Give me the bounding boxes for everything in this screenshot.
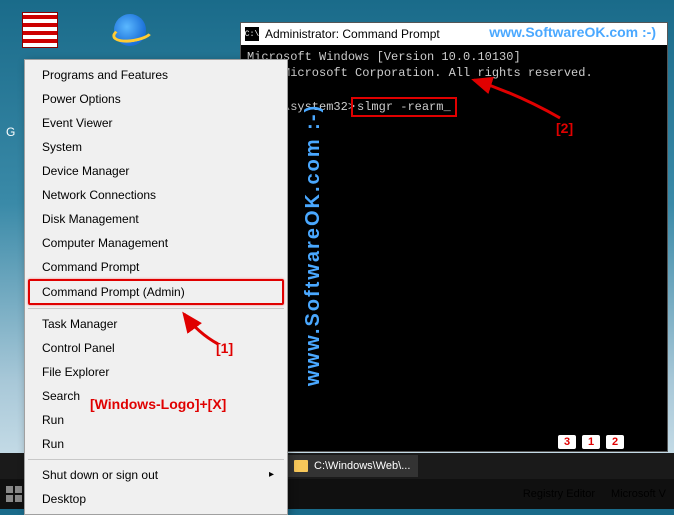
- figure-3: ╽ 3: [558, 413, 576, 449]
- menu-programs-features[interactable]: Programs and Features: [28, 63, 284, 87]
- internet-explorer-icon: [114, 14, 146, 46]
- menu-shutdown-signout[interactable]: Shut down or sign out ▸: [28, 463, 284, 487]
- menu-separator: [28, 459, 284, 460]
- menu-label: Shut down or sign out: [42, 468, 158, 482]
- menu-separator: [28, 308, 284, 309]
- watermark-top: www.SoftwareOK.com :-): [489, 24, 656, 40]
- menu-control-panel[interactable]: Control Panel: [28, 336, 284, 360]
- calendar-icon: [22, 12, 58, 48]
- figure-1: ╽ 1: [582, 413, 600, 449]
- cmd-line-version: Microsoft Windows [Version 10.0.10130]: [247, 50, 521, 64]
- menu-event-viewer[interactable]: Event Viewer: [28, 111, 284, 135]
- arrow-2-icon: [468, 74, 568, 124]
- ie-desktop-icon[interactable]: [110, 10, 150, 50]
- chevron-right-icon: ▸: [269, 469, 274, 480]
- annotation-winx: [Windows-Logo]+[X]: [90, 396, 226, 412]
- figure-2: ╽ 2: [606, 413, 624, 449]
- calendar-desktop-icon[interactable]: [20, 10, 60, 50]
- menu-network-connections[interactable]: Network Connections: [28, 183, 284, 207]
- figure-sign: 2: [606, 435, 624, 449]
- taskbar-item-label: C:\Windows\Web\...: [314, 460, 410, 472]
- menu-disk-management[interactable]: Disk Management: [28, 207, 284, 231]
- partial-text: G: [6, 125, 15, 139]
- cmd-title: Administrator: Command Prompt: [265, 27, 440, 41]
- taskbar-regedit[interactable]: Registry Editor: [515, 483, 603, 505]
- menu-system[interactable]: System: [28, 135, 284, 159]
- menu-command-prompt-admin[interactable]: Command Prompt (Admin): [28, 279, 284, 305]
- menu-computer-management[interactable]: Computer Management: [28, 231, 284, 255]
- folder-icon: [294, 460, 308, 472]
- figure-sign: 1: [582, 435, 600, 449]
- menu-file-explorer[interactable]: File Explorer: [28, 360, 284, 384]
- menu-device-manager[interactable]: Device Manager: [28, 159, 284, 183]
- menu-command-prompt[interactable]: Command Prompt: [28, 255, 284, 279]
- menu-desktop[interactable]: Desktop: [28, 487, 284, 511]
- winx-context-menu: Programs and Features Power Options Even…: [24, 59, 288, 515]
- cmd-typed-command: slmgr -rearm_: [351, 97, 457, 117]
- cmd-icon: C:\: [245, 27, 259, 41]
- windows-logo-icon: [6, 486, 22, 502]
- watermark-vertical: www.SoftwareOK.com :-): [302, 80, 325, 410]
- stick-figures: ╽ 3 ╽ 1 ╽ 2: [558, 413, 624, 449]
- menu-task-manager[interactable]: Task Manager: [28, 312, 284, 336]
- figure-sign: 3: [558, 435, 576, 449]
- taskbar-item-label: Registry Editor: [523, 488, 595, 500]
- taskbar-item-label: Microsoft V: [611, 488, 666, 500]
- menu-run-2[interactable]: Run: [28, 432, 284, 456]
- arrow-1-icon: [178, 308, 228, 348]
- taskbar-explorer-item[interactable]: C:\Windows\Web\...: [286, 455, 418, 477]
- desktop-icons-area: [20, 10, 150, 50]
- menu-power-options[interactable]: Power Options: [28, 87, 284, 111]
- taskbar-msv[interactable]: Microsoft V: [603, 483, 674, 505]
